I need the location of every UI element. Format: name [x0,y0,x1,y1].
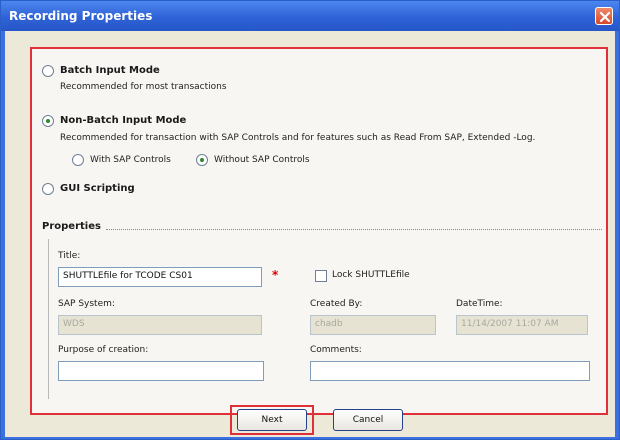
properties-divider [106,229,602,230]
dialog-body: Batch Input Mode Recommended for most tr… [5,31,615,437]
comments-input[interactable] [310,361,590,381]
with-sap-controls-radio[interactable] [72,154,84,166]
datetime-input: 11/14/2007 11:07 AM [456,315,588,335]
gui-scripting-label[interactable]: GUI Scripting [60,183,135,194]
properties-panel-border [48,239,49,399]
highlighted-options-panel: Batch Input Mode Recommended for most tr… [30,47,608,415]
comments-label: Comments: [310,345,362,355]
created-by-input: chadb [310,315,436,335]
created-by-label: Created By: [310,299,363,309]
title-bar[interactable]: Recording Properties [1,1,619,31]
with-sap-controls-label[interactable]: With SAP Controls [90,155,171,165]
cancel-button[interactable]: Cancel [333,409,403,431]
batch-input-mode-description: Recommended for most transactions [60,82,227,92]
required-marker: * [272,268,279,282]
lock-shuttlefile-checkbox[interactable] [315,270,327,282]
close-icon [599,11,611,23]
lock-shuttlefile-label[interactable]: Lock SHUTTLEfile [332,270,410,280]
gui-scripting-radio[interactable] [42,183,54,195]
without-sap-controls-label[interactable]: Without SAP Controls [214,155,310,165]
non-batch-input-mode-radio[interactable] [42,115,54,127]
without-sap-controls-radio[interactable] [196,154,208,166]
sap-system-input: WDS [58,315,262,335]
non-batch-input-mode-label[interactable]: Non-Batch Input Mode [60,115,186,126]
non-batch-input-mode-description: Recommended for transaction with SAP Con… [60,133,536,143]
properties-section-title: Properties [42,221,101,232]
batch-input-mode-radio[interactable] [42,65,54,77]
datetime-label: DateTime: [456,299,503,309]
title-input[interactable]: SHUTTLEfile for TCODE CS01 [58,267,262,287]
recording-properties-window: Recording Properties Batch Input Mode Re… [0,0,620,440]
purpose-of-creation-label: Purpose of creation: [58,345,149,355]
sap-system-label: SAP System: [58,299,115,309]
purpose-of-creation-input[interactable] [58,361,264,381]
next-button[interactable]: Next [237,409,307,431]
close-button[interactable] [595,7,613,25]
title-label: Title: [58,251,81,261]
batch-input-mode-label[interactable]: Batch Input Mode [60,65,160,76]
window-title: Recording Properties [9,9,153,23]
